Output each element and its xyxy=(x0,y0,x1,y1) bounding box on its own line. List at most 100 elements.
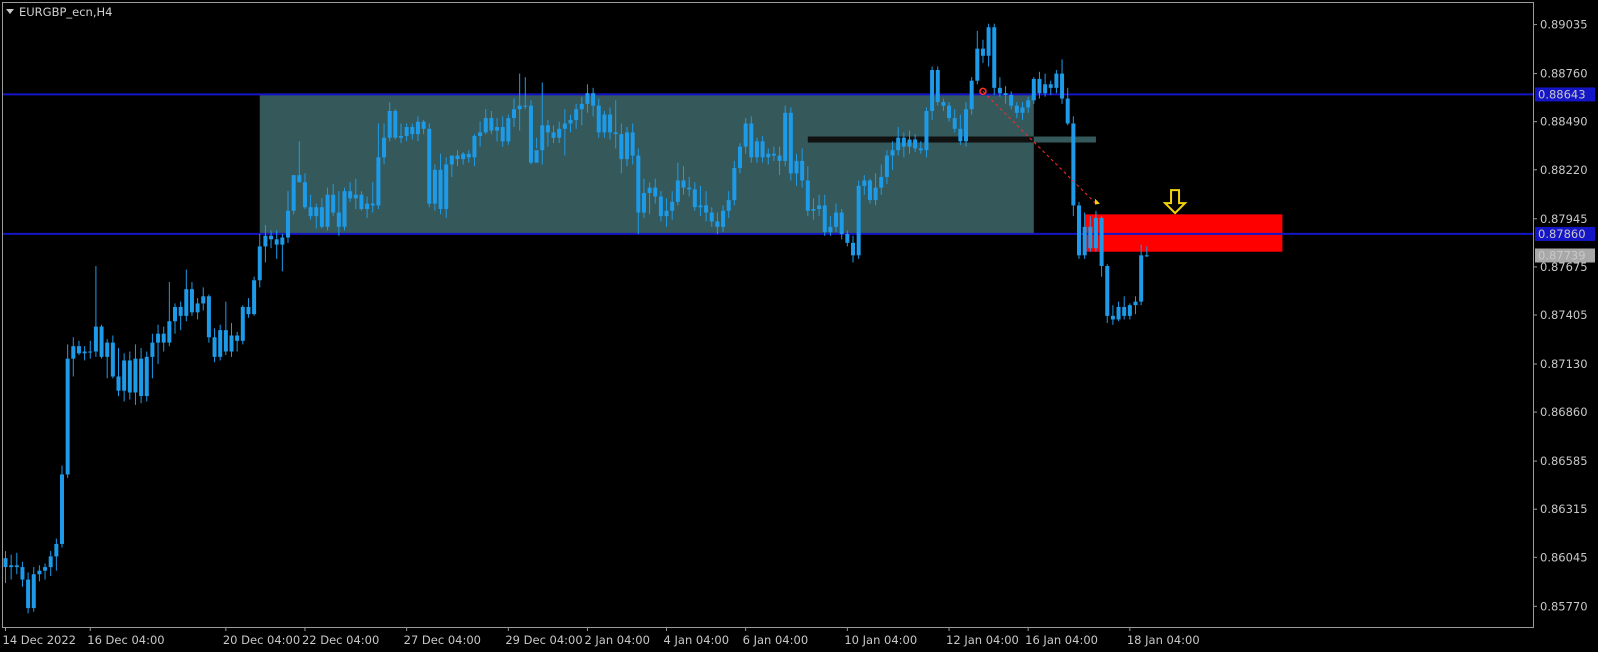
candle-body xyxy=(918,148,923,151)
level-price-label: 0.88643 xyxy=(1538,87,1586,101)
candle xyxy=(1077,201,1081,259)
candle-body xyxy=(1093,217,1098,249)
candle-body xyxy=(359,194,364,209)
candle-body xyxy=(421,121,426,129)
candle xyxy=(122,353,127,402)
candle-body xyxy=(738,146,742,169)
candle-body xyxy=(246,306,251,315)
y-axis: 0.890350.887600.884900.882200.879450.876… xyxy=(1533,18,1595,613)
y-tick-label: 0.85770 xyxy=(1540,599,1588,613)
candle-body xyxy=(223,330,228,352)
candle xyxy=(393,109,398,140)
symbol-title[interactable]: EURGBP_ecn,H4 xyxy=(6,5,112,19)
candle-body xyxy=(48,556,53,568)
candle xyxy=(788,107,793,181)
candle-body xyxy=(495,127,500,131)
candle-body xyxy=(625,132,629,160)
candle-body xyxy=(805,180,810,211)
x-tick-label: 12 Jan 04:00 xyxy=(946,633,1019,647)
level-price-label: 0.87860 xyxy=(1538,227,1586,241)
candle xyxy=(76,340,81,356)
candle xyxy=(3,551,8,584)
candle xyxy=(240,305,245,345)
candle-body xyxy=(3,558,8,568)
candle xyxy=(178,301,183,331)
candle-body xyxy=(88,351,93,353)
y-tick-label: 0.88760 xyxy=(1540,67,1588,81)
candle-body xyxy=(133,358,138,393)
candle-body xyxy=(71,346,76,359)
candle-body xyxy=(726,200,731,211)
candle-body xyxy=(619,134,624,160)
candle xyxy=(60,465,64,548)
candle-body xyxy=(890,150,895,156)
candle-body xyxy=(952,118,957,129)
candle xyxy=(851,235,855,263)
dropdown-triangle-icon[interactable] xyxy=(6,9,14,14)
candle-body xyxy=(449,155,454,165)
candle-body xyxy=(82,351,87,354)
candle-body xyxy=(596,105,601,133)
candle xyxy=(150,333,155,379)
candle xyxy=(1031,77,1036,104)
candle-body xyxy=(523,105,528,107)
candle-body xyxy=(641,192,646,213)
x-tick-label: 18 Jan 04:00 xyxy=(1127,633,1200,647)
candle-body xyxy=(308,207,313,217)
candle-body xyxy=(930,70,935,112)
candle-body xyxy=(274,239,279,245)
x-tick-label: 20 Dec 04:00 xyxy=(223,633,300,647)
candle-body xyxy=(314,207,319,217)
candle xyxy=(1116,301,1121,322)
candle xyxy=(20,561,25,587)
y-tick-label: 0.86045 xyxy=(1540,550,1588,564)
candle-body xyxy=(1043,84,1048,94)
candle-body xyxy=(551,132,556,138)
candle-body xyxy=(715,221,720,227)
candle-body xyxy=(432,169,437,204)
candle-body xyxy=(709,212,714,222)
candle-body xyxy=(941,102,946,106)
candle-body xyxy=(212,337,217,357)
candle xyxy=(935,66,940,106)
candle xyxy=(1043,73,1048,97)
candle xyxy=(212,328,217,363)
candle-body xyxy=(20,567,25,580)
candle-body xyxy=(1054,73,1059,88)
candle xyxy=(54,538,59,571)
candle-body xyxy=(845,233,850,243)
candle-body xyxy=(692,189,697,208)
candle-body xyxy=(500,127,505,142)
candle-body xyxy=(387,111,392,138)
candle-body xyxy=(331,194,336,213)
candle-body xyxy=(297,175,302,183)
price-chart[interactable]: 0.890350.887600.884900.882200.879450.876… xyxy=(0,0,1598,652)
candle-body xyxy=(218,330,223,357)
candle-body xyxy=(1082,226,1087,256)
candle-body xyxy=(257,246,262,281)
candle-body xyxy=(1020,107,1025,113)
y-tick-label: 0.87405 xyxy=(1540,308,1588,322)
candle-body xyxy=(1116,306,1121,320)
candle xyxy=(246,298,251,318)
candle-body xyxy=(698,205,703,208)
candle-body xyxy=(867,180,872,201)
candle xyxy=(139,347,144,404)
chart-window[interactable]: 0.89035 0.88760 0.88490 0.88220 0.87945 0.876… xyxy=(0,0,1598,652)
candle-body xyxy=(478,132,483,136)
candle-body xyxy=(1099,217,1104,267)
candle xyxy=(867,178,872,204)
candle-body xyxy=(1122,306,1127,316)
candle-body xyxy=(99,326,104,357)
candle-body xyxy=(280,237,285,245)
candle-body xyxy=(178,306,183,316)
candle-body xyxy=(404,127,409,136)
y-tick-label: 0.86315 xyxy=(1540,502,1588,516)
candle-body xyxy=(1065,98,1070,124)
candle-body xyxy=(834,212,839,227)
candle xyxy=(201,287,206,311)
candle-body xyxy=(517,105,522,110)
candle xyxy=(257,233,262,288)
candle xyxy=(65,344,70,479)
candle xyxy=(783,105,788,167)
